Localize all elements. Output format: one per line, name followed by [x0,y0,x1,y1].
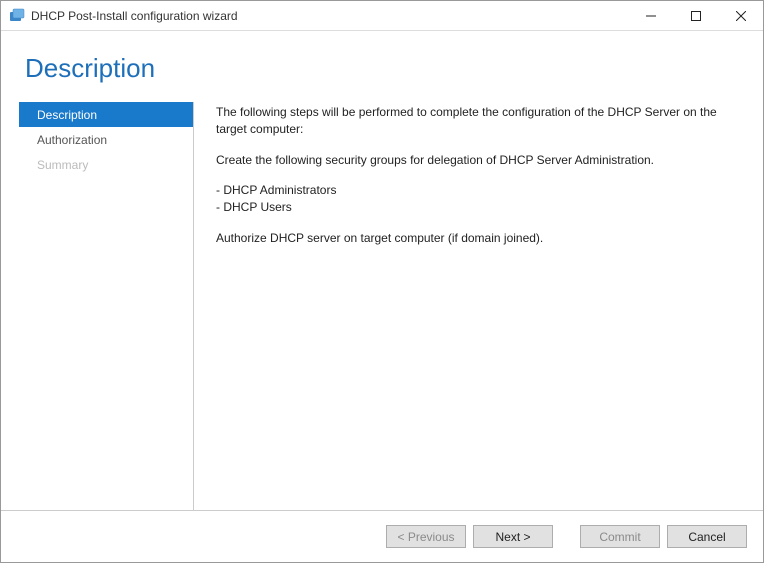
main-panel: The following steps will be performed to… [194,102,745,510]
step-label: Summary [37,158,88,172]
step-description[interactable]: Description [19,102,193,127]
body: Description Authorization Summary The fo… [19,102,745,510]
group-users: - DHCP Users [216,199,735,216]
previous-button: < Previous [386,525,466,548]
titlebar: DHCP Post-Install configuration wizard [1,1,763,31]
wizard-steps-sidebar: Description Authorization Summary [19,102,194,510]
step-label: Authorization [37,133,107,147]
window-title: DHCP Post-Install configuration wizard [31,9,238,23]
close-button[interactable] [718,1,763,30]
group-administrators: - DHCP Administrators [216,182,735,199]
nav-button-group: < Previous Next > [386,525,553,548]
footer: < Previous Next > Commit Cancel [1,510,763,562]
content-area: Description Description Authorization Su… [1,31,763,510]
intro-text: The following steps will be performed to… [216,104,735,138]
commit-button: Commit [580,525,660,548]
app-icon [9,8,25,24]
minimize-button[interactable] [628,1,673,30]
cancel-button[interactable]: Cancel [667,525,747,548]
groups-intro-text: Create the following security groups for… [216,152,735,169]
step-summary: Summary [19,152,193,177]
step-label: Description [37,108,97,122]
next-button[interactable]: Next > [473,525,553,548]
authorize-text: Authorize DHCP server on target computer… [216,230,735,247]
step-authorization[interactable]: Authorization [19,127,193,152]
page-title: Description [25,53,745,84]
maximize-button[interactable] [673,1,718,30]
